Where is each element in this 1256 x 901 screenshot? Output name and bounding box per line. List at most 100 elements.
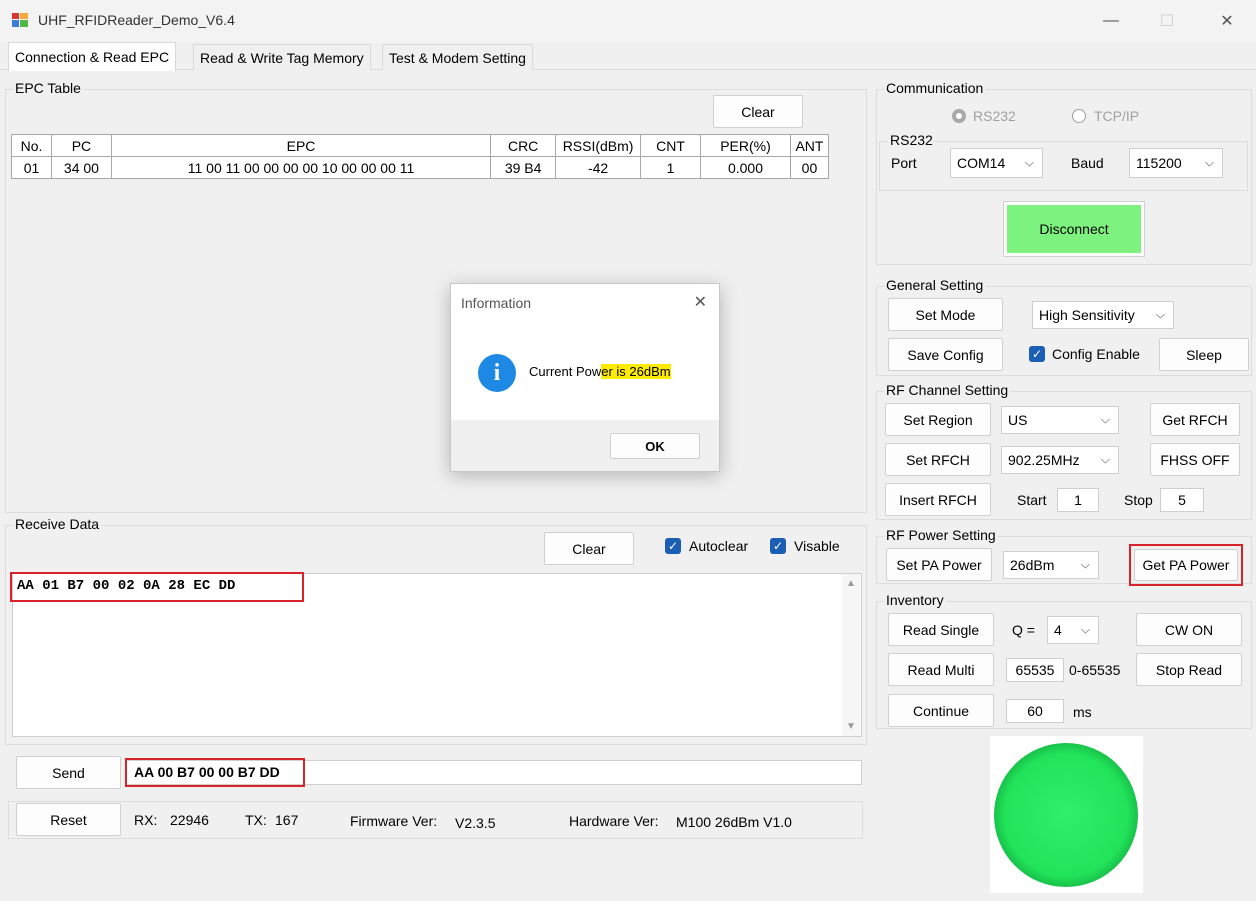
minimize-button[interactable]: — bbox=[1088, 6, 1134, 36]
status-indicator-panel bbox=[990, 736, 1143, 893]
set-rfch-button[interactable]: Set RFCH bbox=[885, 443, 991, 476]
region-select[interactable]: US ⌵ bbox=[1001, 406, 1119, 434]
tab-test-modem-setting[interactable]: Test & Modem Setting bbox=[382, 44, 533, 70]
rf-channel-label: RF Channel Setting bbox=[884, 382, 1011, 398]
set-mode-button[interactable]: Set Mode bbox=[888, 298, 1003, 331]
chevron-down-icon: ⌵ bbox=[1080, 622, 1090, 637]
port-value: COM14 bbox=[957, 155, 1006, 171]
receive-clear-button[interactable]: Clear bbox=[544, 532, 634, 565]
table-cell: 11 00 11 00 00 00 00 10 00 00 00 11 bbox=[110, 156, 492, 179]
q-select[interactable]: 4 ⌵ bbox=[1047, 616, 1099, 644]
receive-data-label: Receive Data bbox=[13, 516, 102, 532]
set-region-button[interactable]: Set Region bbox=[885, 403, 991, 436]
firmware-label: Firmware Ver: bbox=[350, 813, 438, 829]
read-single-button[interactable]: Read Single bbox=[888, 613, 994, 646]
config-enable-label: Config Enable bbox=[1052, 346, 1140, 362]
app-icon bbox=[12, 13, 28, 27]
q-label: Q = bbox=[1012, 622, 1035, 638]
continue-button[interactable]: Continue bbox=[888, 694, 994, 727]
maximize-button[interactable]: ☐ bbox=[1144, 6, 1190, 36]
rf-power-label: RF Power Setting bbox=[884, 527, 998, 543]
dialog-footer: OK bbox=[451, 420, 719, 471]
col-header[interactable]: EPC bbox=[110, 134, 492, 157]
col-header[interactable]: RSSI(dBm) bbox=[555, 134, 642, 157]
table-cell: 00 bbox=[789, 156, 830, 179]
chevron-down-icon: ⌵ bbox=[1100, 412, 1110, 427]
epc-clear-button[interactable]: Clear bbox=[713, 95, 803, 128]
dialog-message-highlight: er is 26dBm bbox=[601, 364, 671, 379]
col-header[interactable]: No. bbox=[11, 134, 52, 157]
rs232-subgroup-label: RS232 bbox=[888, 132, 935, 148]
rx-label: RX: bbox=[134, 812, 158, 828]
interval-input[interactable]: 60 bbox=[1006, 699, 1064, 723]
mode-select[interactable]: High Sensitivity ⌵ bbox=[1032, 301, 1174, 329]
dialog-message: Current Power is 26dBm bbox=[529, 364, 671, 379]
rx-value: 22946 bbox=[170, 812, 209, 828]
dialog-title: Information bbox=[461, 295, 532, 311]
start-input[interactable]: 1 bbox=[1057, 488, 1099, 512]
save-config-button[interactable]: Save Config bbox=[888, 338, 1003, 371]
col-header[interactable]: CNT bbox=[640, 134, 702, 157]
tab-strip bbox=[0, 42, 1256, 70]
table-cell: 0.000 bbox=[700, 156, 791, 179]
col-header[interactable]: ANT bbox=[789, 134, 830, 157]
read-multi-button[interactable]: Read Multi bbox=[888, 653, 994, 686]
disconnect-button[interactable]: Disconnect bbox=[1007, 205, 1141, 253]
sleep-button[interactable]: Sleep bbox=[1159, 338, 1249, 371]
visable-label: Visable bbox=[794, 538, 840, 554]
baud-select[interactable]: 115200 ⌵ bbox=[1129, 148, 1223, 178]
stop-label: Stop bbox=[1124, 492, 1153, 508]
mode-value: High Sensitivity bbox=[1039, 307, 1135, 323]
start-label: Start bbox=[1017, 492, 1047, 508]
epc-table-label: EPC Table bbox=[13, 80, 83, 96]
cw-on-button[interactable]: CW ON bbox=[1136, 613, 1242, 646]
tx-value: 167 bbox=[275, 812, 299, 828]
scroll-down-icon[interactable]: ▼ bbox=[846, 721, 856, 732]
tab-read-write-tag-memory[interactable]: Read & Write Tag Memory bbox=[193, 44, 371, 70]
info-icon: i bbox=[478, 354, 516, 392]
port-select[interactable]: COM14 ⌵ bbox=[950, 148, 1043, 178]
fhss-off-button[interactable]: FHSS OFF bbox=[1150, 443, 1240, 476]
config-enable-checkbox[interactable]: ✓ bbox=[1029, 346, 1045, 362]
information-dialog: Information ✕ i Current Power is 26dBm O… bbox=[450, 283, 720, 472]
hardware-value: M100 26dBm V1.0 bbox=[676, 814, 792, 830]
col-header[interactable]: PER(%) bbox=[700, 134, 791, 157]
tcpip-radio[interactable] bbox=[1072, 109, 1086, 123]
power-select[interactable]: 26dBm ⌵ bbox=[1003, 551, 1099, 579]
insert-rfch-button[interactable]: Insert RFCH bbox=[885, 483, 991, 516]
rs232-radio[interactable] bbox=[952, 109, 966, 123]
q-value: 4 bbox=[1054, 622, 1062, 638]
col-header[interactable]: PC bbox=[50, 134, 112, 157]
ok-button[interactable]: OK bbox=[610, 433, 700, 459]
chevron-down-icon: ⌵ bbox=[1100, 452, 1110, 467]
close-button[interactable]: ✕ bbox=[1204, 6, 1250, 36]
get-pa-power-button[interactable]: Get PA Power bbox=[1134, 549, 1238, 581]
chevron-down-icon: ⌵ bbox=[1024, 155, 1034, 170]
frequency-select[interactable]: 902.25MHz ⌵ bbox=[1001, 446, 1119, 474]
get-rfch-button[interactable]: Get RFCH bbox=[1150, 403, 1240, 436]
chevron-down-icon: ⌵ bbox=[1204, 155, 1214, 170]
general-setting-label: General Setting bbox=[884, 277, 986, 293]
interval-unit-label: ms bbox=[1073, 704, 1092, 720]
reset-button[interactable]: Reset bbox=[16, 803, 121, 836]
table-row[interactable]: 01 34 00 11 00 11 00 00 00 00 10 00 00 0… bbox=[11, 156, 830, 179]
chevron-down-icon: ⌵ bbox=[1080, 557, 1090, 572]
set-pa-power-button[interactable]: Set PA Power bbox=[886, 548, 992, 581]
autoclear-checkbox[interactable]: ✓ bbox=[665, 538, 681, 554]
receive-data-text: AA 01 B7 00 02 0A 28 EC DD bbox=[10, 572, 304, 602]
stop-input[interactable]: 5 bbox=[1160, 488, 1204, 512]
scroll-up-icon[interactable]: ▲ bbox=[846, 578, 856, 589]
visable-checkbox[interactable]: ✓ bbox=[770, 538, 786, 554]
read-multi-range-label: 0-65535 bbox=[1069, 662, 1121, 678]
read-multi-count-input[interactable]: 65535 bbox=[1006, 658, 1064, 682]
col-header[interactable]: CRC bbox=[490, 134, 557, 157]
tab-connection-read-epc[interactable]: Connection & Read EPC bbox=[8, 42, 177, 71]
receive-scrollbar[interactable]: ▲ ▼ bbox=[842, 574, 860, 736]
dialog-close-icon[interactable]: ✕ bbox=[694, 292, 707, 312]
send-button[interactable]: Send bbox=[16, 756, 121, 789]
table-cell: -42 bbox=[555, 156, 642, 179]
stop-read-button[interactable]: Stop Read bbox=[1136, 653, 1242, 686]
table-cell: 34 00 bbox=[50, 156, 112, 179]
rs232-radio-label: RS232 bbox=[973, 108, 1016, 124]
region-value: US bbox=[1008, 412, 1028, 428]
